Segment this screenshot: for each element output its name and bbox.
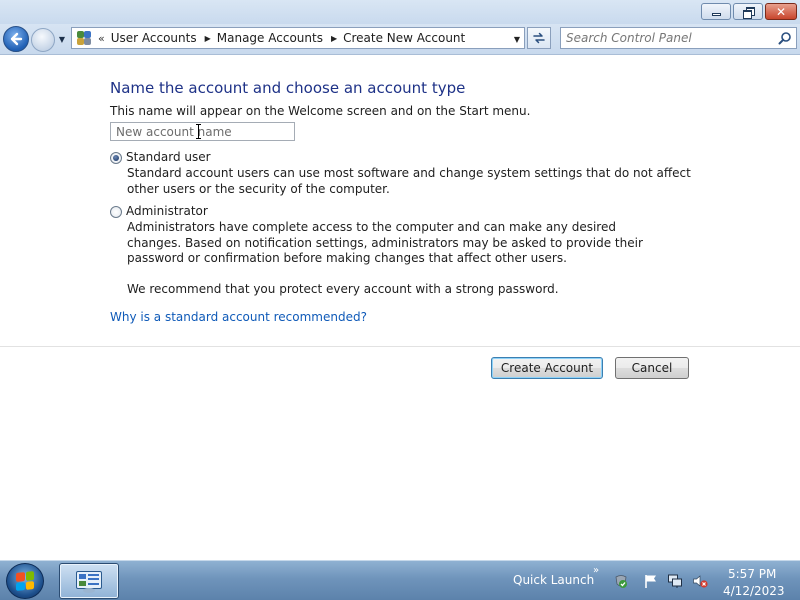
close-icon: ✕	[775, 4, 787, 19]
refresh-icon	[533, 32, 545, 44]
navigation-bar: ▼ « User Accounts ▶ Manage Accounts ▶ Cr…	[0, 24, 800, 55]
action-center-flag-icon[interactable]	[643, 573, 659, 589]
quick-launch-toolbar[interactable]: Quick Launch	[513, 573, 594, 587]
chevron-down-icon: ▼	[58, 34, 66, 44]
volume-muted-icon[interactable]	[692, 573, 708, 589]
taskbar: Quick Launch » 5:57 PM 4/12/2023	[0, 560, 800, 600]
back-arrow-icon	[10, 32, 23, 46]
refresh-button[interactable]	[527, 27, 551, 49]
back-button[interactable]	[3, 26, 29, 52]
control-panel-icon	[76, 30, 92, 46]
cancel-button[interactable]: Cancel	[615, 357, 689, 379]
standard-account-help-link[interactable]: Why is a standard account recommended?	[110, 310, 367, 324]
recent-pages-button[interactable]: ▼	[57, 34, 67, 44]
control-panel-window-icon	[74, 569, 104, 593]
restore-button[interactable]	[733, 3, 763, 20]
clock-time[interactable]: 5:57 PM	[728, 567, 776, 581]
password-recommendation: We recommend that you protect every acco…	[127, 282, 559, 296]
search-icon[interactable]	[778, 31, 792, 45]
account-name-input[interactable]	[110, 122, 295, 141]
close-button[interactable]: ✕	[765, 3, 797, 20]
create-account-button[interactable]: Create Account	[491, 357, 603, 379]
administrator-radio[interactable]	[110, 206, 122, 218]
divider	[0, 346, 800, 347]
account-name-hint: This name will appear on the Welcome scr…	[110, 104, 531, 118]
window-title-bar[interactable]: ✕	[0, 0, 800, 24]
administrator-description: Administrators have complete access to t…	[127, 220, 643, 265]
breadcrumb-overflow-icon[interactable]: «	[98, 32, 105, 45]
minimize-button[interactable]	[701, 3, 731, 20]
security-shield-icon[interactable]	[613, 573, 629, 589]
address-bar[interactable]: « User Accounts ▶ Manage Accounts ▶ Crea…	[71, 27, 525, 49]
standard-user-radio[interactable]	[110, 152, 122, 164]
page-title: Name the account and choose an account t…	[110, 79, 466, 97]
minimize-icon	[711, 13, 721, 16]
taskbar-control-panel-item[interactable]	[59, 563, 119, 599]
administrator-label[interactable]: Administrator	[126, 204, 208, 218]
start-button[interactable]	[6, 563, 44, 599]
quick-launch-chevron-icon[interactable]: »	[593, 565, 599, 576]
breadcrumb-manage-accounts[interactable]: Manage Accounts	[217, 31, 323, 45]
text-cursor-icon	[196, 124, 201, 139]
search-input[interactable]	[561, 28, 771, 48]
breadcrumb-separator-icon[interactable]: ▶	[331, 34, 337, 43]
address-dropdown-icon[interactable]: ▼	[514, 35, 520, 44]
breadcrumb-create-new-account[interactable]: Create New Account	[343, 31, 465, 45]
standard-user-description: Standard account users can use most soft…	[127, 166, 691, 196]
forward-button[interactable]	[31, 28, 55, 52]
breadcrumb-separator-icon[interactable]: ▶	[205, 34, 211, 43]
search-box[interactable]	[560, 27, 797, 49]
network-icon[interactable]	[667, 573, 683, 589]
windows-logo-icon	[16, 571, 34, 591]
restore-icon	[742, 7, 755, 19]
clock-date[interactable]: 4/12/2023	[723, 584, 785, 598]
standard-user-label[interactable]: Standard user	[126, 150, 211, 164]
breadcrumb-user-accounts[interactable]: User Accounts	[111, 31, 197, 45]
